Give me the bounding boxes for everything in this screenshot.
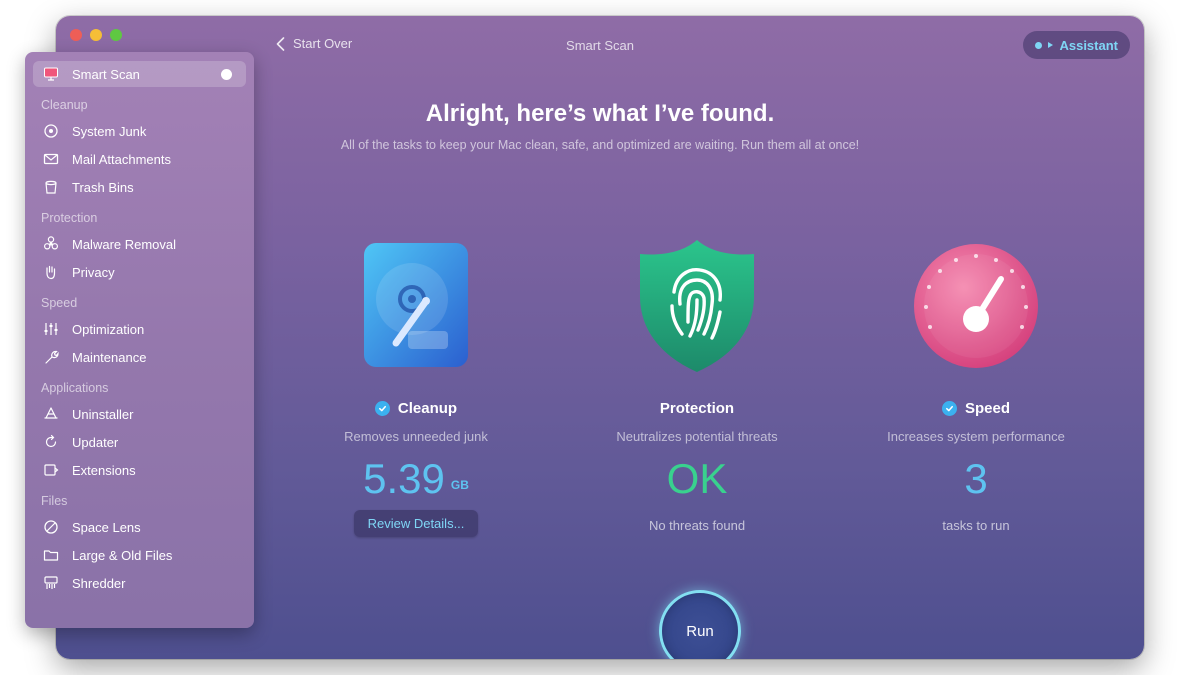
speed-description: Increases system performance [887, 429, 1065, 444]
sidebar-item-mail-attachments[interactable]: Mail Attachments [33, 146, 246, 172]
check-icon [374, 401, 390, 416]
shredder-icon [42, 574, 60, 592]
sidebar-item-uninstaller[interactable]: Uninstaller [33, 401, 246, 427]
speed-tasks-count: 3 [964, 455, 988, 502]
sidebar-item-label: Privacy [72, 264, 115, 280]
cleanup-size-value: 5.39 [363, 455, 445, 502]
sidebar-item-label: Trash Bins [72, 179, 134, 195]
sidebar-item-trash-bins[interactable]: Trash Bins [33, 174, 246, 200]
hard-drive-icon [364, 243, 468, 367]
assistant-label: Assistant [1059, 37, 1118, 53]
monitor-icon [42, 65, 60, 83]
protection-title: Protection [659, 400, 735, 417]
sidebar: Smart Scan Cleanup System Junk Mail Atta… [25, 52, 254, 628]
run-button[interactable]: Run [659, 590, 741, 659]
sidebar-item-extensions[interactable]: Extensions [33, 457, 246, 483]
minimize-window-button[interactable] [90, 29, 102, 41]
cleanup-size-unit: GB [450, 478, 469, 492]
window-title: Smart Scan [566, 38, 634, 53]
cleanup-title: Cleanup [397, 400, 458, 417]
sidebar-item-label: Mail Attachments [72, 151, 171, 167]
sidebar-section-speed: Speed [41, 296, 78, 310]
sidebar-item-updater[interactable]: Updater [33, 429, 246, 455]
speed-card: Speed Increases system performance 3 tas… [856, 236, 1096, 533]
protection-status-text: No threats found [648, 518, 746, 533]
assistant-dot-icon [1035, 41, 1043, 49]
sidebar-item-label: System Junk [72, 123, 147, 139]
sidebar-item-smart-scan[interactable]: Smart Scan [33, 61, 246, 87]
protection-card: Protection Neutralizes potential threats… [577, 236, 817, 533]
sidebar-item-label: Smart Scan [72, 66, 140, 82]
sidebar-item-privacy[interactable]: Privacy [33, 259, 246, 285]
sidebar-item-space-lens[interactable]: Space Lens [33, 514, 246, 540]
speed-title: Speed [964, 400, 1010, 417]
sidebar-item-label: Maintenance [72, 349, 147, 365]
apps-icon [42, 405, 60, 423]
sidebar-section-cleanup: Cleanup [41, 98, 88, 112]
update-icon [42, 433, 60, 451]
sidebar-item-system-junk[interactable]: System Junk [33, 118, 246, 144]
sidebar-item-malware-removal[interactable]: Malware Removal [33, 231, 246, 257]
check-icon [941, 401, 957, 416]
mail-icon [42, 150, 60, 168]
zoom-window-button[interactable] [110, 29, 122, 41]
sidebar-item-optimization[interactable]: Optimization [33, 316, 246, 342]
extensions-icon [42, 461, 60, 479]
scan-status-indicator [221, 69, 232, 80]
close-window-button[interactable] [70, 29, 82, 41]
review-details-button[interactable]: Review Details... [353, 510, 479, 537]
cleanup-description: Removes unneeded junk [344, 429, 488, 444]
sidebar-item-shredder[interactable]: Shredder [33, 570, 246, 596]
sidebar-section-files: Files [41, 494, 68, 508]
speed-tasks-text: tasks to run [942, 518, 1010, 533]
trash-icon [42, 178, 60, 196]
hand-icon [42, 263, 60, 281]
folder-icon [42, 546, 60, 564]
sidebar-item-label: Extensions [72, 462, 136, 478]
wrench-icon [42, 348, 60, 366]
sidebar-item-label: Space Lens [72, 519, 141, 535]
assistant-button[interactable]: Assistant [1023, 31, 1130, 59]
sidebar-item-label: Uninstaller [72, 406, 134, 422]
window-controls [70, 29, 122, 41]
fingerprint-shield-icon [640, 240, 754, 372]
lens-icon [42, 518, 60, 536]
sidebar-item-label: Shredder [72, 575, 126, 591]
sidebar-section-protection: Protection [41, 211, 98, 225]
sliders-icon [42, 320, 60, 338]
play-icon [1048, 42, 1054, 48]
sidebar-item-large-old-files[interactable]: Large & Old Files [33, 542, 246, 568]
protection-status-value: OK [666, 455, 728, 502]
sidebar-item-label: Large & Old Files [72, 547, 173, 563]
sidebar-item-label: Updater [72, 434, 119, 450]
sidebar-item-label: Malware Removal [72, 236, 177, 252]
protection-description: Neutralizes potential threats [616, 429, 778, 444]
cleanup-card: Cleanup Removes unneeded junk 5.39 GB Rev… [296, 236, 536, 537]
sidebar-item-maintenance[interactable]: Maintenance [33, 344, 246, 370]
sidebar-item-label: Optimization [72, 321, 145, 337]
speedometer-icon [914, 244, 1038, 368]
biohazard-icon [42, 235, 60, 253]
sidebar-section-applications: Applications [41, 381, 109, 395]
disk-icon [42, 122, 60, 140]
